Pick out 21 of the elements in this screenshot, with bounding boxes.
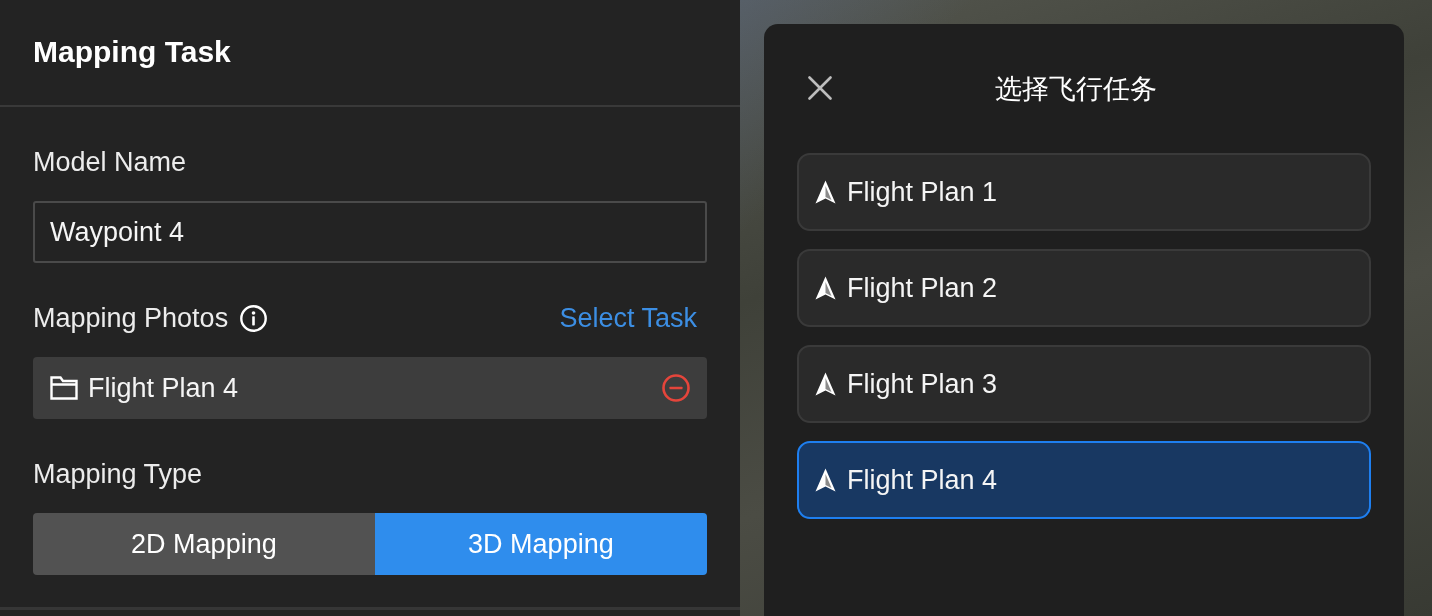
- navigation-arrow-icon: [815, 372, 836, 396]
- navigation-arrow-icon: [815, 180, 836, 204]
- model-name-input[interactable]: Waypoint 4: [33, 201, 707, 263]
- flight-plan-item[interactable]: Flight Plan 1: [797, 153, 1371, 231]
- navigation-arrow-icon: [815, 468, 836, 492]
- field-label: Mapping Photos: [33, 302, 229, 335]
- close-icon[interactable]: [808, 76, 832, 100]
- info-icon[interactable]: [240, 304, 268, 332]
- mapping-type-option[interactable]: 2D Mapping: [33, 513, 375, 575]
- select-task-link[interactable]: Select Task: [559, 301, 697, 335]
- field-label: Model Name: [33, 146, 187, 179]
- navigation-arrow-icon: [815, 276, 836, 300]
- folder-icon: [50, 376, 78, 400]
- flight-plan-item[interactable]: Flight Plan 2: [797, 249, 1371, 327]
- flight-plan-item[interactable]: Flight Plan 3: [797, 345, 1371, 423]
- dialog-title: 选择飞行任务: [995, 72, 1157, 106]
- field-label: Mapping Type: [33, 458, 203, 491]
- task-name: Flight Plan 4: [88, 372, 240, 405]
- minus-circle-icon[interactable]: [662, 374, 690, 402]
- panel-title: Mapping Task: [33, 33, 231, 70]
- flight-plan-item[interactable]: Flight Plan 4: [797, 441, 1371, 519]
